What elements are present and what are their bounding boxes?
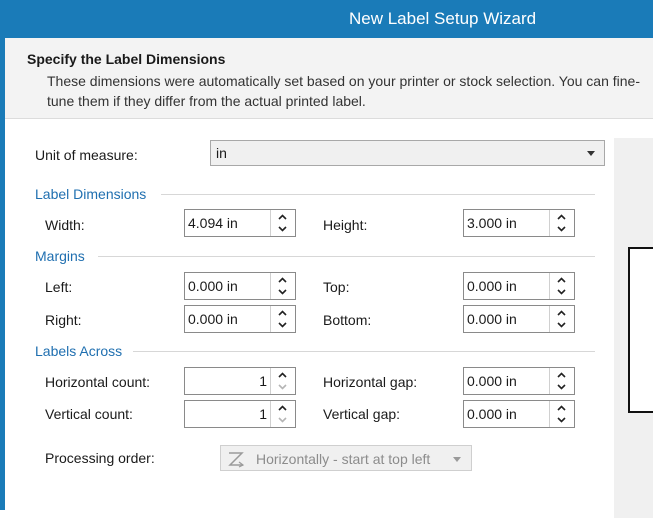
height-label: Height: [323,217,368,233]
spin-buttons[interactable] [270,273,295,299]
processing-order-select[interactable]: Horizontally - start at top left [220,445,472,471]
top-margin-spinner[interactable]: 0.000 in [463,272,575,300]
section-margins: Margins [35,248,85,264]
right-margin-spinner[interactable]: 0.000 in [184,305,296,333]
spin-down-icon[interactable] [557,382,566,391]
header-title: Specify the Label Dimensions [27,51,226,67]
vertical-count-label: Vertical count: [45,406,133,422]
unit-value: in [216,145,227,161]
spin-buttons[interactable] [549,306,574,332]
spin-down-icon[interactable] [278,320,287,329]
section-divider [161,194,595,195]
spin-buttons[interactable] [549,210,574,236]
window-title: New Label Setup Wizard [349,9,537,28]
spin-down-icon[interactable] [278,287,287,296]
spin-up-icon[interactable] [557,213,566,222]
section-divider [133,351,595,352]
spin-down-icon[interactable] [278,382,287,391]
vertical-gap-value: 0.000 in [467,406,517,422]
header-description: These dimensions were automatically set … [47,73,640,109]
horizontal-gap-label: Horizontal gap: [323,374,418,390]
left-margin-label: Left: [45,279,73,295]
spin-buttons[interactable] [549,401,574,427]
spin-up-icon[interactable] [278,276,287,285]
right-margin-value: 0.000 in [188,311,238,327]
spin-buttons[interactable] [270,368,295,394]
section-label-dimensions: Label Dimensions [35,186,147,202]
label-preview-panel [614,138,653,518]
spin-up-icon[interactable] [557,309,566,318]
vertical-count-value: 1 [259,406,267,422]
spin-down-icon[interactable] [278,415,287,424]
chevron-down-icon [587,151,595,156]
spin-down-icon[interactable] [557,287,566,296]
spin-down-icon[interactable] [557,320,566,329]
left-margin-spinner[interactable]: 0.000 in [184,272,296,300]
spin-up-icon[interactable] [557,276,566,285]
vertical-gap-spinner[interactable]: 0.000 in [463,400,575,428]
horizontal-count-spinner[interactable]: 1 [184,367,296,395]
height-value: 3.000 in [467,215,517,231]
unit-of-measure-select[interactable]: in [210,140,605,166]
spin-buttons[interactable] [549,368,574,394]
title-bar: New Label Setup Wizard [0,0,653,38]
unit-label: Unit of measure: [35,147,138,163]
width-spinner[interactable]: 4.094 in [184,209,296,237]
chevron-down-icon [453,457,461,462]
spin-buttons[interactable] [270,306,295,332]
label-preview [628,247,653,413]
width-label: Width: [45,217,85,233]
wizard-content: Unit of measure: in Label Dimensions Wid… [5,119,653,518]
section-labels-across: Labels Across [35,343,123,359]
spin-buttons[interactable] [270,210,295,236]
spin-up-icon[interactable] [278,309,287,318]
height-spinner[interactable]: 3.000 in [463,209,575,237]
spin-down-icon[interactable] [557,224,566,233]
left-margin-value: 0.000 in [188,278,238,294]
spin-up-icon[interactable] [278,213,287,222]
horizontal-count-value: 1 [259,373,267,389]
spin-up-icon[interactable] [557,371,566,380]
spin-down-icon[interactable] [278,224,287,233]
spin-up-icon[interactable] [557,404,566,413]
processing-order-value: Horizontally - start at top left [256,451,431,467]
top-margin-label: Top: [323,279,350,295]
top-margin-value: 0.000 in [467,278,517,294]
bottom-margin-spinner[interactable]: 0.000 in [463,305,575,333]
right-margin-label: Right: [45,312,82,328]
vertical-count-spinner[interactable]: 1 [184,400,296,428]
section-divider [98,256,595,257]
spin-up-icon[interactable] [278,404,287,413]
z-order-icon [228,452,245,468]
horizontal-count-label: Horizontal count: [45,374,151,390]
wizard-header: Specify the Label Dimensions These dimen… [5,38,653,119]
vertical-gap-label: Vertical gap: [323,406,401,422]
spin-up-icon[interactable] [278,371,287,380]
horizontal-gap-value: 0.000 in [467,373,517,389]
spin-buttons[interactable] [549,273,574,299]
width-value: 4.094 in [188,215,238,231]
bottom-margin-label: Bottom: [323,312,372,328]
spin-down-icon[interactable] [557,415,566,424]
processing-order-label: Processing order: [45,450,155,466]
horizontal-gap-spinner[interactable]: 0.000 in [463,367,575,395]
bottom-margin-value: 0.000 in [467,311,517,327]
spin-buttons[interactable] [270,401,295,427]
